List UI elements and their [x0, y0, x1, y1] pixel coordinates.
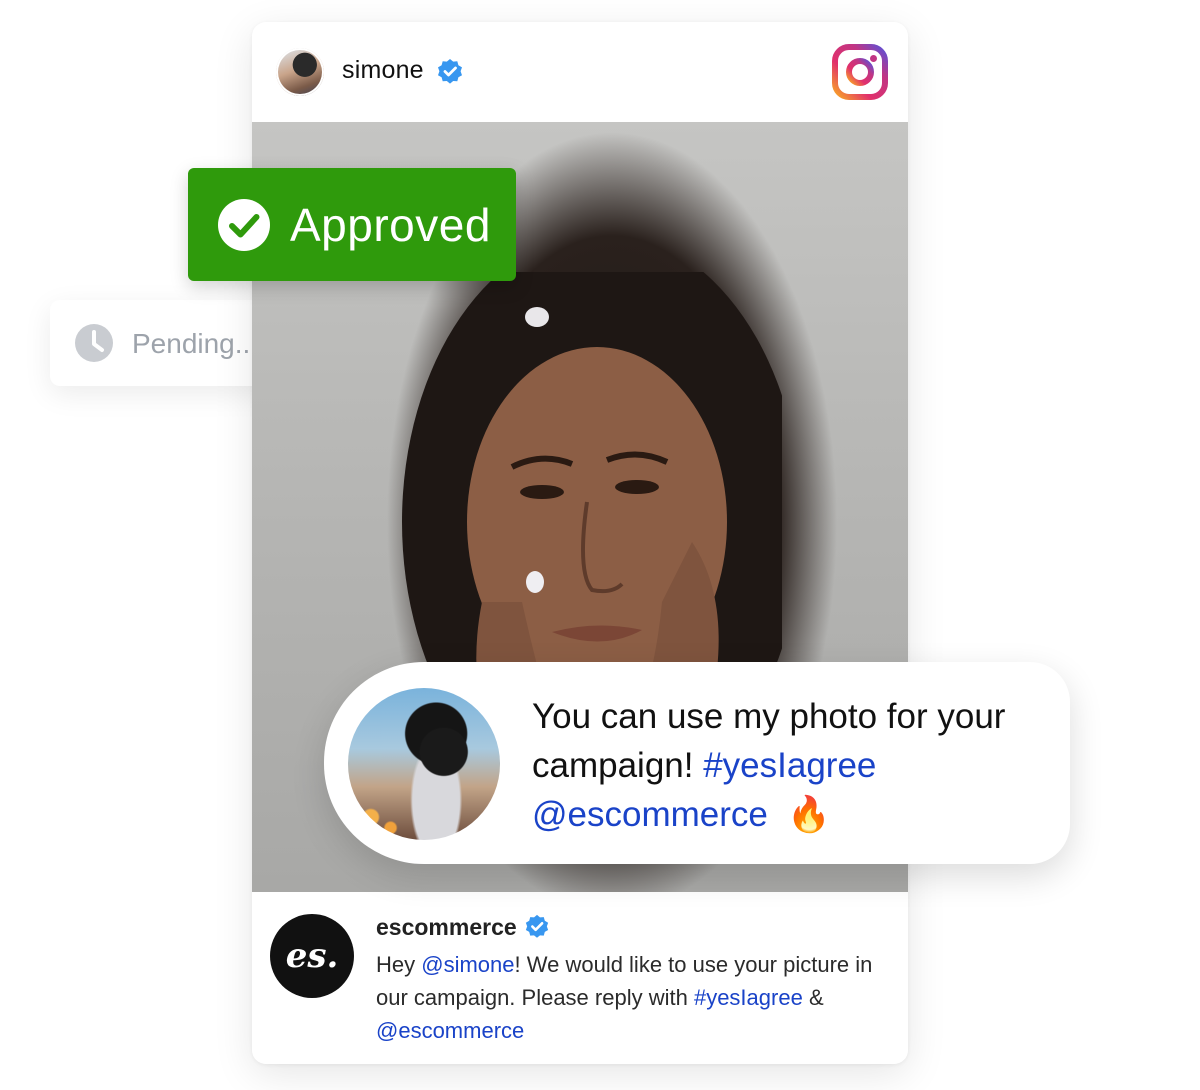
check-circle-icon: [218, 199, 270, 251]
reply-text: You can use my photo for your campaign! …: [532, 692, 1052, 839]
mention-simone-link[interactable]: @simone: [421, 952, 514, 977]
approved-label: Approved: [290, 199, 491, 251]
comment-text: Hey @simone! We would like to use your p…: [376, 948, 886, 1047]
escommerce-logo[interactable]: es.: [270, 914, 354, 998]
hashtag-link[interactable]: #yesIagree: [694, 985, 803, 1010]
brand-comment: es. escommerce Hey @simone! We would lik…: [252, 892, 908, 1064]
reply-mention-link[interactable]: @escommerce: [532, 795, 768, 834]
pending-label: Pending..: [132, 328, 251, 359]
fire-emoji-icon: 🔥: [787, 795, 831, 834]
post-header: simone: [252, 22, 908, 122]
simone-avatar[interactable]: [348, 688, 500, 840]
pending-status-card: Pending..: [50, 300, 280, 386]
post-username[interactable]: simone: [342, 56, 424, 85]
verified-badge-icon: [525, 914, 549, 938]
approved-status-badge: Approved: [188, 168, 516, 281]
reply-bubble: You can use my photo for your campaign! …: [324, 662, 1070, 864]
verified-badge-icon: [438, 59, 462, 84]
instagram-icon[interactable]: [832, 44, 888, 100]
clock-icon: [75, 324, 113, 362]
comment-text-hey: Hey: [376, 952, 416, 977]
comment-username[interactable]: escommerce: [376, 914, 517, 941]
mention-escommerce-link[interactable]: @escommerce: [376, 1018, 524, 1043]
user-avatar[interactable]: [276, 48, 324, 96]
reply-hashtag-link[interactable]: #yesIagree: [703, 746, 876, 785]
comment-ampersand: &: [808, 985, 824, 1010]
